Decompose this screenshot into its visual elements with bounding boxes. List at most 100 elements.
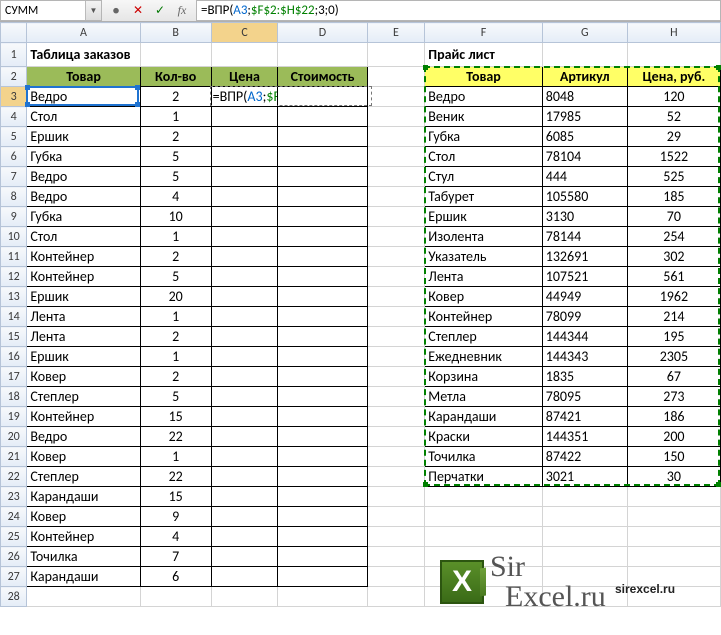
cell-E1[interactable] (367, 43, 425, 67)
spreadsheet-grid[interactable]: A B C D E F G H 1Таблица заказовПрайс ли… (0, 22, 721, 607)
cell-G8[interactable]: 105580 (542, 187, 627, 207)
cell-C28[interactable] (211, 587, 278, 607)
cell-A13[interactable]: Ершик (27, 287, 140, 307)
cell-A6[interactable]: Губка (27, 147, 140, 167)
cell-D7[interactable] (278, 167, 367, 187)
row-header-8[interactable]: 8 (1, 187, 27, 207)
cell-B28[interactable] (140, 587, 211, 607)
cell-B24[interactable]: 9 (140, 507, 211, 527)
cell-B10[interactable]: 1 (140, 227, 211, 247)
cell-A10[interactable]: Стол (27, 227, 140, 247)
cell-G18[interactable]: 78095 (542, 387, 627, 407)
cell-F7[interactable]: Стул (425, 167, 542, 187)
cell-A8[interactable]: Ведро (27, 187, 140, 207)
cell-A9[interactable]: Губка (27, 207, 140, 227)
cell-A19[interactable]: Контейнер (27, 407, 140, 427)
cell-A28[interactable] (27, 587, 140, 607)
cell-E11[interactable] (367, 247, 425, 267)
cell-D8[interactable] (278, 187, 367, 207)
cell-B23[interactable]: 15 (140, 487, 211, 507)
cell-B19[interactable]: 15 (140, 407, 211, 427)
row-header-7[interactable]: 7 (1, 167, 27, 187)
cell-E14[interactable] (367, 307, 425, 327)
row-header-21[interactable]: 21 (1, 447, 27, 467)
cell-D20[interactable] (278, 427, 367, 447)
cell-D12[interactable] (278, 267, 367, 287)
cell-C27[interactable] (211, 567, 278, 587)
cell-E16[interactable] (367, 347, 425, 367)
row-header-28[interactable]: 28 (1, 587, 27, 607)
cell-H16[interactable]: 2305 (627, 347, 720, 367)
cell-D16[interactable] (278, 347, 367, 367)
cell-H23[interactable] (627, 487, 720, 507)
cell-C3[interactable]: =ВПР(A3;$F$2:$H$22;3;0) (211, 87, 278, 107)
cell-H7[interactable]: 525 (627, 167, 720, 187)
row-header-4[interactable]: 4 (1, 107, 27, 127)
cell-C17[interactable] (211, 367, 278, 387)
cell-E7[interactable] (367, 167, 425, 187)
cell-D18[interactable] (278, 387, 367, 407)
cell-D4[interactable] (278, 107, 367, 127)
cell-G13[interactable]: 44949 (542, 287, 627, 307)
name-box[interactable]: СУММ ▼ (0, 0, 102, 21)
row-header-14[interactable]: 14 (1, 307, 27, 327)
cell-C13[interactable] (211, 287, 278, 307)
cell-D17[interactable] (278, 367, 367, 387)
cell-G15[interactable]: 144344 (542, 327, 627, 347)
cell-G16[interactable]: 144343 (542, 347, 627, 367)
cell-A23[interactable]: Карандаши (27, 487, 140, 507)
row-header-3[interactable]: 3 (1, 87, 27, 107)
cell-D11[interactable] (278, 247, 367, 267)
cell-C10[interactable] (211, 227, 278, 247)
cell-D27[interactable] (278, 567, 367, 587)
cell-A4[interactable]: Стол (27, 107, 140, 127)
cell-C16[interactable] (211, 347, 278, 367)
cell-B26[interactable]: 7 (140, 547, 211, 567)
cell-H13[interactable]: 1962 (627, 287, 720, 307)
cell-F9[interactable]: Ершик (425, 207, 542, 227)
cell-F22[interactable]: Перчатки (425, 467, 542, 487)
cell-F5[interactable]: Губка (425, 127, 542, 147)
cell-G5[interactable]: 6085 (542, 127, 627, 147)
cell-C2[interactable]: Цена (211, 67, 278, 87)
cell-D15[interactable] (278, 327, 367, 347)
col-E[interactable]: E (367, 23, 425, 43)
cell-H5[interactable]: 29 (627, 127, 720, 147)
cell-E27[interactable] (367, 567, 425, 587)
cell-G12[interactable]: 107521 (542, 267, 627, 287)
cell-E23[interactable] (367, 487, 425, 507)
cell-D2[interactable]: Стоимость (278, 67, 367, 87)
cell-G22[interactable]: 3021 (542, 467, 627, 487)
cell-B8[interactable]: 4 (140, 187, 211, 207)
cell-H1[interactable] (627, 43, 720, 67)
row-header-2[interactable]: 2 (1, 67, 27, 87)
cell-C26[interactable] (211, 547, 278, 567)
cell-G6[interactable]: 78104 (542, 147, 627, 167)
row-header-10[interactable]: 10 (1, 227, 27, 247)
row-header-15[interactable]: 15 (1, 327, 27, 347)
cell-H6[interactable]: 1522 (627, 147, 720, 167)
cell-E21[interactable] (367, 447, 425, 467)
row-header-26[interactable]: 26 (1, 547, 27, 567)
cell-F17[interactable]: Корзина (425, 367, 542, 387)
cell-F20[interactable]: Краски (425, 427, 542, 447)
cell-B13[interactable]: 20 (140, 287, 211, 307)
cell-F6[interactable]: Стол (425, 147, 542, 167)
cell-G7[interactable]: 444 (542, 167, 627, 187)
cell-F3[interactable]: Ведро (425, 87, 542, 107)
cell-C24[interactable] (211, 507, 278, 527)
cell-B25[interactable]: 4 (140, 527, 211, 547)
cell-A16[interactable]: Ершик (27, 347, 140, 367)
range-icon[interactable]: ● (108, 4, 124, 18)
cell-C6[interactable] (211, 147, 278, 167)
cell-A5[interactable]: Ершик (27, 127, 140, 147)
cell-G23[interactable] (542, 487, 627, 507)
row-header-19[interactable]: 19 (1, 407, 27, 427)
select-all-corner[interactable] (1, 23, 27, 43)
cell-G19[interactable]: 87421 (542, 407, 627, 427)
cell-C11[interactable] (211, 247, 278, 267)
cell-D1[interactable] (278, 43, 367, 67)
cell-E12[interactable] (367, 267, 425, 287)
cell-H10[interactable]: 254 (627, 227, 720, 247)
cell-A11[interactable]: Контейнер (27, 247, 140, 267)
